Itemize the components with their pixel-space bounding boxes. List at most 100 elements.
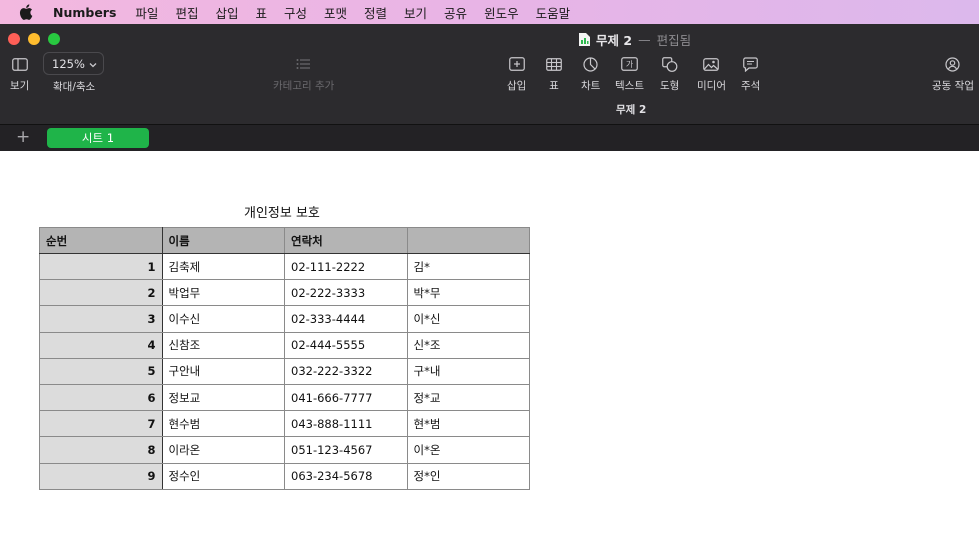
table-row: 3 이수신 02-333-4444 이*신 (39, 305, 530, 333)
contact-cell[interactable]: 02-444-5555 (284, 331, 408, 359)
chart-button[interactable]: 차트 (581, 56, 600, 93)
row-number-cell[interactable]: 8 (39, 436, 163, 464)
table-button[interactable]: 표 (546, 56, 562, 93)
sidebar-icon (11, 56, 28, 72)
comment-button[interactable]: 주석 (741, 56, 760, 93)
menu-table[interactable]: 표 (255, 3, 267, 22)
sheet-canvas: 개인정보 보호 순번 이름 연락처 1 김축제 02-111-2222 김* 2… (0, 151, 979, 553)
masked-name-cell[interactable]: 신*조 (406, 331, 530, 359)
name-cell[interactable]: 구안내 (161, 357, 285, 385)
row-number-cell[interactable]: 1 (39, 252, 163, 281)
name-cell[interactable]: 정보교 (161, 383, 285, 412)
menu-app-name[interactable]: Numbers (53, 5, 116, 20)
masked-name-cell[interactable]: 정*교 (406, 383, 530, 412)
document-subtitle: 무제 2 (616, 104, 647, 116)
menu-window[interactable]: 윈도우 (484, 3, 519, 22)
table-row: 8 이라온 051-123-4567 이*온 (39, 436, 530, 464)
row-number-cell[interactable]: 7 (39, 410, 163, 438)
contact-cell[interactable]: 02-222-3333 (284, 279, 408, 307)
header-cell[interactable]: 순번 (39, 227, 163, 254)
masked-name-cell[interactable]: 박*무 (406, 279, 530, 307)
name-cell[interactable]: 김축제 (161, 252, 285, 281)
masked-name-cell[interactable]: 김* (406, 252, 530, 281)
view-button[interactable]: 보기 (10, 56, 29, 93)
table-row: 7 현수범 043-888-1111 현*범 (39, 410, 530, 438)
numbers-document-icon (578, 32, 591, 47)
name-cell[interactable]: 박업무 (161, 279, 285, 307)
apple-icon[interactable] (19, 4, 35, 20)
chevron-down-icon (89, 57, 97, 71)
table-row: 1 김축제 02-111-2222 김* (39, 252, 530, 281)
document-status: 편집됨 (656, 33, 692, 48)
media-button[interactable]: 미디어 (697, 56, 726, 93)
shape-icon (661, 56, 678, 72)
header-cell[interactable]: 연락처 (284, 227, 408, 254)
fullscreen-window-button[interactable] (48, 33, 60, 45)
comment-label: 주석 (741, 80, 761, 92)
menu-file[interactable]: 파일 (135, 3, 158, 22)
sheet-tab-bar: + 시트 1 (0, 124, 979, 151)
contact-cell[interactable]: 063-234-5678 (284, 462, 408, 490)
close-window-button[interactable] (8, 33, 20, 45)
photo-icon (703, 56, 720, 72)
zoom-label: 확대/축소 (53, 81, 96, 93)
menu-arrange[interactable]: 정렬 (364, 3, 387, 22)
collaborate-label: 공동 작업 (932, 80, 974, 92)
chart-label: 차트 (581, 80, 601, 92)
zoom-select[interactable]: 125% (43, 52, 104, 75)
list-icon (296, 56, 311, 72)
header-cell[interactable] (406, 227, 530, 254)
menu-help[interactable]: 도움말 (536, 3, 571, 22)
insert-button[interactable]: 삽입 (507, 56, 526, 93)
row-number-cell[interactable]: 9 (39, 462, 163, 490)
header-cell[interactable]: 이름 (161, 227, 285, 254)
menu-insert[interactable]: 삽입 (215, 3, 238, 22)
document-name[interactable]: 무제 2 (596, 30, 632, 49)
shape-label: 도형 (660, 80, 680, 92)
add-category-button[interactable]: 카테고리 추가 (273, 56, 334, 93)
contact-cell[interactable]: 02-333-4444 (284, 305, 408, 333)
header-row: 순번 이름 연락처 (39, 227, 530, 254)
minimize-window-button[interactable] (28, 33, 40, 45)
contact-cell[interactable]: 02-111-2222 (284, 252, 408, 281)
masked-name-cell[interactable]: 현*범 (406, 410, 530, 438)
row-number-cell[interactable]: 3 (39, 305, 163, 333)
contact-cell[interactable]: 032-222-3322 (284, 357, 408, 385)
add-category-label: 카테고리 추가 (273, 80, 335, 92)
menu-organize[interactable]: 구성 (284, 3, 307, 22)
row-number-cell[interactable]: 6 (39, 383, 163, 412)
row-number-cell[interactable]: 5 (39, 357, 163, 385)
menu-edit[interactable]: 편집 (175, 3, 198, 22)
table-title[interactable]: 개인정보 보호 (244, 202, 320, 221)
masked-name-cell[interactable]: 이*신 (406, 305, 530, 333)
window-title: 무제 2 — 편집됨 (578, 30, 691, 49)
add-sheet-button[interactable]: + (16, 127, 30, 147)
row-number-cell[interactable]: 4 (39, 331, 163, 359)
table-row: 4 신참조 02-444-5555 신*조 (39, 331, 530, 359)
menu-share[interactable]: 공유 (444, 3, 467, 22)
name-cell[interactable]: 정수인 (161, 462, 285, 490)
text-box-icon: 가 (621, 56, 638, 72)
sheet-tab-1[interactable]: 시트 1 (47, 128, 149, 148)
contact-cell[interactable]: 041-666-7777 (284, 383, 408, 412)
menu-view[interactable]: 보기 (404, 3, 427, 22)
masked-name-cell[interactable]: 구*내 (406, 357, 530, 385)
title-separator: — (638, 32, 651, 47)
data-table[interactable]: 순번 이름 연락처 1 김축제 02-111-2222 김* 2 박업무 02-… (39, 227, 530, 490)
menu-format[interactable]: 포맷 (324, 3, 347, 22)
name-cell[interactable]: 이수신 (161, 305, 285, 333)
insert-label: 삽입 (507, 80, 527, 92)
name-cell[interactable]: 신참조 (161, 331, 285, 359)
row-number-cell[interactable]: 2 (39, 279, 163, 307)
shape-button[interactable]: 도형 (660, 56, 679, 93)
name-cell[interactable]: 현수범 (161, 410, 285, 438)
collaborate-button[interactable]: 공동 작업 (932, 56, 974, 93)
insert-icon (508, 56, 525, 72)
name-cell[interactable]: 이라온 (161, 436, 285, 464)
contact-cell[interactable]: 043-888-1111 (284, 410, 408, 438)
svg-text:가: 가 (626, 60, 634, 69)
contact-cell[interactable]: 051-123-4567 (284, 436, 408, 464)
masked-name-cell[interactable]: 이*온 (406, 436, 530, 464)
text-button[interactable]: 가 텍스트 (615, 56, 644, 93)
masked-name-cell[interactable]: 정*인 (406, 462, 530, 490)
